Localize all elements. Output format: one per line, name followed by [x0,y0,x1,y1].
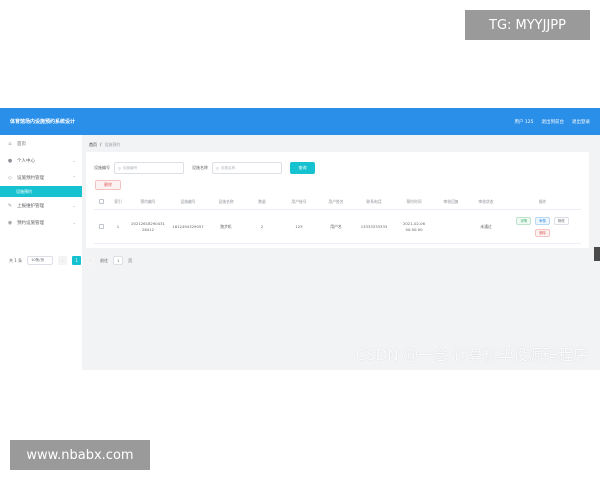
search-icon: ⚲ [118,165,121,171]
cell-facility-name: 跑步机 [220,223,232,229]
sidebar-item-personal-center[interactable]: ● 个人中心 ⌄ [0,152,82,169]
sidebar-item-maintenance-management[interactable]: ✎ 上报维护管理 ⌄ [0,197,82,214]
total-count: 共 1 条 [9,257,23,263]
cell-quantity: 2 [260,223,264,229]
sidebar-item-label: 首页 [17,141,26,147]
page-unit-label: 页 [128,257,133,263]
facility-name-placeholder: 设施名称 [220,165,236,170]
sidebar-subitem-label: 设施预约 [16,188,32,194]
sidebar-item-booking-management[interactable]: ◇ 设施预约管理 ⌃ [0,169,82,186]
col-status: 审核状态 [478,198,494,204]
row-actions: 详情 审核 修改 删除 [504,216,581,237]
cell-time: 2021-02-06 00:00:00 [402,220,426,232]
app-title: 体育馆场内设施预约系统设计 [10,119,76,125]
sidebar-item-home[interactable]: ⌂ 首页 [0,135,82,152]
goto-page-input[interactable]: 1 [113,256,124,265]
row-delete-button[interactable]: 删除 [535,228,550,237]
cell-facility-no: 1612494329057 [172,223,204,229]
cell-status: 未通过 [480,223,492,229]
home-icon: ⌂ [8,140,12,147]
cell-index: 1 [116,223,120,229]
next-page-button[interactable]: › [86,256,96,265]
cell-booking-no: 2021261829043126412 [131,220,165,232]
col-booking-no: 预约编号 [140,198,156,204]
breadcrumb-home[interactable]: 首页 [89,142,97,148]
breadcrumb-current: 设施预约 [104,142,121,147]
side-edge-tab[interactable] [594,247,600,261]
top-links: 用户 125 退出到前台 退出登录 [514,108,590,135]
col-facility-no: 设施编号 [180,198,196,204]
app-screen: 体育馆场内设施预约系统设计 用户 125 退出到前台 退出登录 ⌂ 首页 ● 个… [0,108,600,370]
detail-button[interactable]: 详情 [516,216,532,225]
tag-icon: ◇ [8,174,12,181]
batch-delete-button[interactable]: 删除 [95,180,121,190]
sidebar-item-label: 个人中心 [17,158,35,164]
cell-ops: 详情 审核 修改 删除 [504,216,581,237]
cell-user-account: 125 [295,223,303,229]
content-panel: 设施编号 ⚲ 设施编号 设施名称 ⚲ 设施名称 查询 删除 索引 预约编号 设施… [86,152,589,248]
pin-icon: ◉ [7,219,13,226]
sidebar-item-facility-management[interactable]: ◉ 预约设施管理 ⌄ [0,214,82,231]
search-bar: 设施编号 ⚲ 设施编号 设施名称 ⚲ 设施名称 查询 [94,162,315,174]
csdn-watermark: CSDN @一念 计算机毕设源码程序 [355,346,588,364]
page-size-value: 10条/页 [31,258,45,262]
exit-to-front-link[interactable]: 退出到前台 [542,119,565,125]
wrench-icon: ✎ [7,202,13,209]
site-watermark-badge: www.nbabx.com [10,440,150,470]
video-frame: TG: MYYJJPP 体育馆场内设施预约系统设计 用户 125 退出到前台 退… [0,0,600,480]
goto-label: 前往 [100,257,109,263]
col-index: 索引 [114,198,122,204]
sidebar-item-label: 上报维护管理 [17,203,44,209]
edit-button[interactable]: 修改 [553,216,569,225]
current-user-link[interactable]: 用户 125 [514,119,533,125]
cell-phone: 13333333333 [360,223,388,229]
col-time: 预约时间 [406,198,422,204]
col-ops: 操作 [538,198,547,204]
user-icon: ● [7,157,13,164]
page-size-select[interactable]: 10条/页 [27,256,54,265]
col-user-name: 用户姓名 [328,198,344,204]
pagination: 共 1 条 10条/页 ‹ 1 › 前往 1 页 [9,256,132,265]
col-quantity: 数量 [258,198,266,204]
col-reply: 审核回复 [443,198,459,204]
facility-name-label: 设施名称 [192,165,208,170]
facility-no-input[interactable]: ⚲ 设施编号 [114,162,184,174]
header-checkbox-cell [94,199,108,204]
search-icon: ⚲ [216,165,219,171]
logout-link[interactable]: 退出登录 [572,119,590,125]
breadcrumb: 首页 / 设施预约 [89,142,120,148]
chevron-down-icon: ⌄ [72,203,76,208]
row-checkbox-cell [94,224,108,229]
row-actions-line: 详情 审核 修改 [516,216,569,225]
top-bar: 体育馆场内设施预约系统设计 用户 125 退出到前台 退出登录 [0,108,600,135]
facility-no-placeholder: 设施编号 [122,165,138,170]
facility-no-label: 设施编号 [94,165,110,170]
prev-page-button[interactable]: ‹ [58,256,68,265]
sidebar-item-label: 预约设施管理 [17,220,44,226]
booking-table: 索引 预约编号 设施编号 设施名称 数量 用户账号 用户姓名 联系电话 预约时间… [94,194,581,244]
tg-badge: TG: MYYJJPP [465,10,590,40]
cell-user-name: 用户名 [330,223,342,229]
chevron-down-icon: ⌄ [72,220,76,225]
row-checkbox[interactable] [98,224,104,229]
breadcrumb-separator: / [100,142,102,147]
select-all-checkbox[interactable] [98,199,104,204]
chevron-down-icon: ⌄ [72,158,76,163]
table-header: 索引 预约编号 设施编号 设施名称 数量 用户账号 用户姓名 联系电话 预约时间… [94,194,581,210]
sidebar-subitem-booking[interactable]: 设施预约 [0,186,82,197]
page-number-current[interactable]: 1 [72,256,82,265]
search-button[interactable]: 查询 [290,162,315,174]
chevron-up-icon: ⌃ [72,175,76,180]
col-facility-name: 设施名称 [218,198,234,204]
col-user-account: 用户账号 [291,198,307,204]
review-button[interactable]: 审核 [535,216,550,225]
sidebar-item-label: 设施预约管理 [17,175,44,181]
col-phone: 联系电话 [366,198,382,204]
sidebar: ⌂ 首页 ● 个人中心 ⌄ ◇ 设施预约管理 ⌃ 设施预约 ✎ 上报维护管理 ⌄ [0,135,82,370]
facility-name-input[interactable]: ⚲ 设施名称 [212,162,282,174]
table-row: 1 2021261829043126412 1612494329057 跑步机 … [94,210,581,244]
